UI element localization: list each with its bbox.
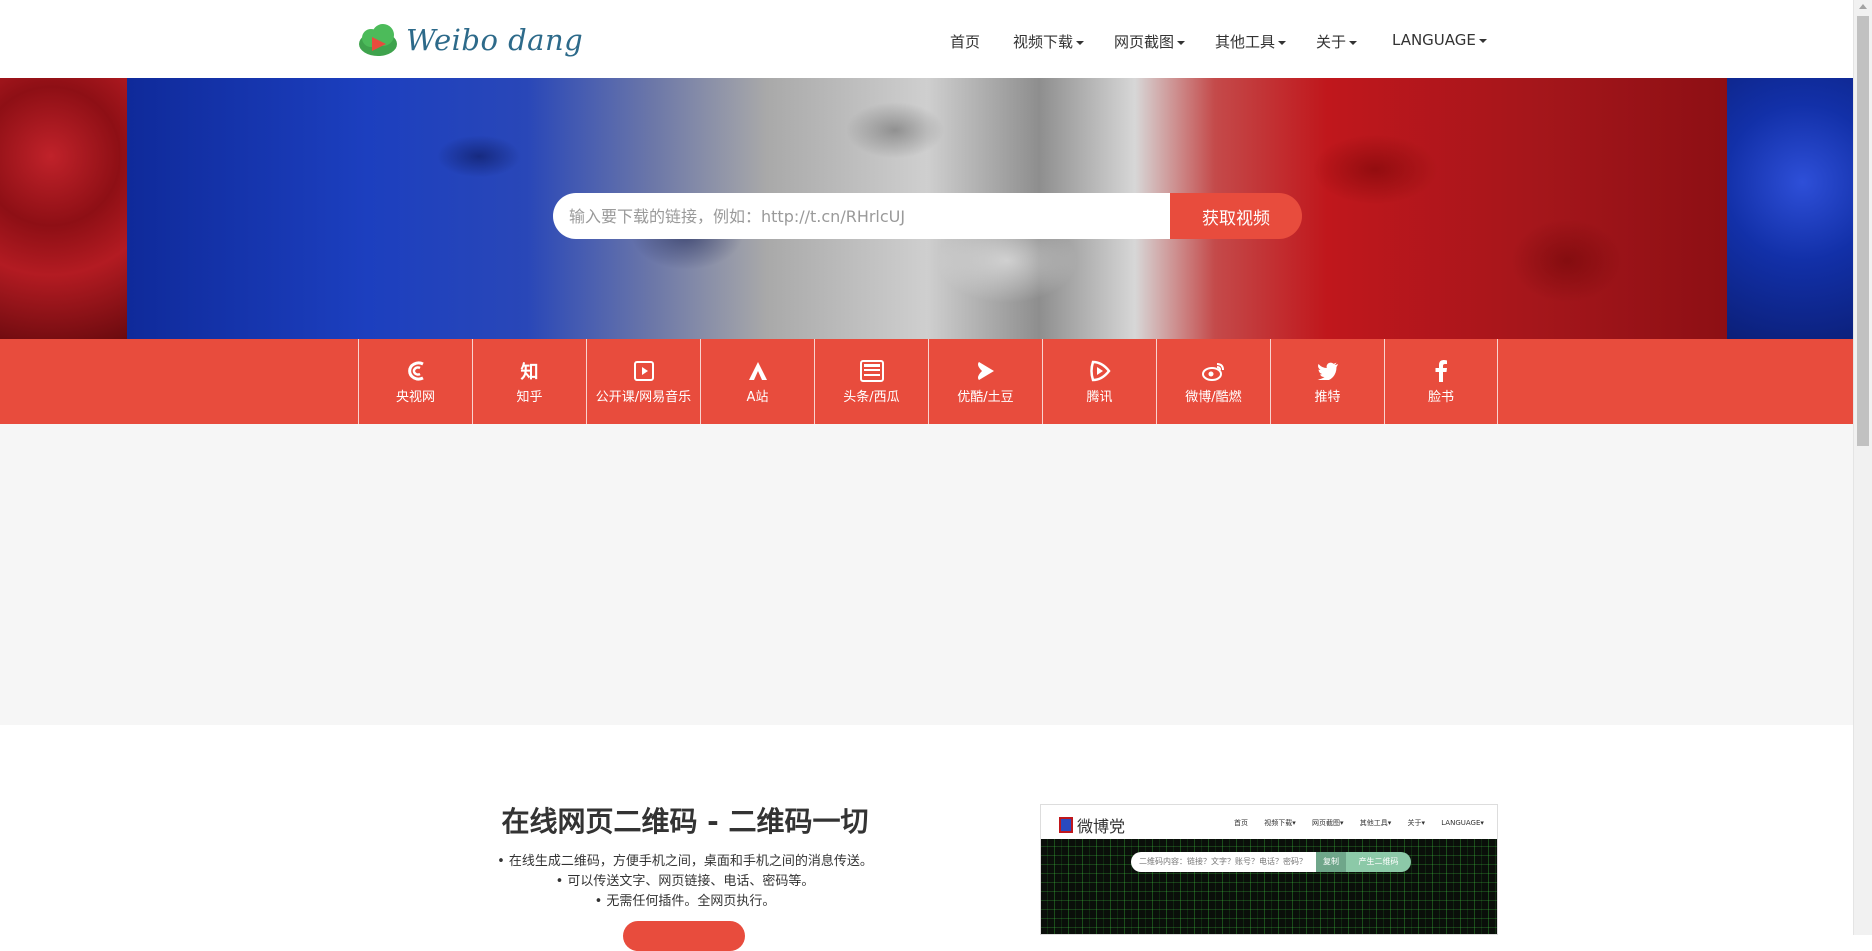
platform-facebook[interactable]: 脸书 bbox=[1384, 339, 1498, 424]
preview-nav-item: 网页截图▾ bbox=[1311, 819, 1344, 827]
hero-banner: 获取视频 bbox=[0, 78, 1853, 339]
tencent-video-icon bbox=[1088, 358, 1112, 384]
nav-other-tools-label: 其他工具 bbox=[1215, 33, 1276, 51]
top-navbar: Weibo dang 首页 视频下载 网页截图 其他工具 关于 LANGUAGE bbox=[0, 0, 1853, 78]
platform-cctv[interactable]: 央视网 bbox=[358, 339, 472, 424]
platform-label: 头条/西瓜 bbox=[843, 390, 900, 405]
platform-tencent[interactable]: 腾讯 bbox=[1042, 339, 1156, 424]
caret-down-icon bbox=[1177, 40, 1186, 45]
preview-copy-button: 复制 bbox=[1316, 852, 1346, 872]
nav-video-download-label: 视频下载 bbox=[1013, 33, 1074, 51]
caret-down-icon bbox=[1076, 40, 1085, 45]
nav-other-tools[interactable]: 其他工具 bbox=[1215, 31, 1287, 52]
platform-weibo[interactable]: 微博/酷燃 bbox=[1156, 339, 1270, 424]
scrollbar-thumb[interactable] bbox=[1857, 16, 1869, 446]
zhihu-icon: 知 bbox=[520, 362, 539, 383]
nav-language[interactable]: LANGUAGE bbox=[1392, 31, 1487, 49]
preview-logo-text: 微博党 bbox=[1077, 817, 1126, 836]
qr-feature-title: 在线网页二维码 - 二维码一切 bbox=[501, 805, 869, 838]
platform-label: 知乎 bbox=[516, 390, 543, 405]
caret-down-icon bbox=[1349, 40, 1358, 45]
feature-bullet: 在线生成二维码，方便手机之间，桌面和手机之间的消息传送。 bbox=[440, 852, 930, 872]
nav-web-screenshot-label: 网页截图 bbox=[1114, 33, 1175, 51]
platform-label: 推特 bbox=[1314, 390, 1341, 405]
scroll-up-arrow-icon[interactable] bbox=[1859, 4, 1867, 9]
cloud-logo-icon bbox=[359, 24, 397, 56]
nav-video-download[interactable]: 视频下载 bbox=[1013, 31, 1085, 52]
ad-placeholder-area bbox=[0, 424, 1853, 725]
nav-home[interactable]: 首页 bbox=[950, 31, 980, 52]
platform-twitter[interactable]: 推特 bbox=[1270, 339, 1384, 424]
preview-generate-button: 产生二维码 bbox=[1346, 852, 1411, 872]
preview-qr-input: 二维码内容：链接？文字？账号？电话？密码？ bbox=[1131, 852, 1316, 872]
platform-label: 脸书 bbox=[1427, 390, 1454, 405]
get-video-button[interactable]: 获取视频 bbox=[1170, 193, 1302, 239]
platform-opencourse-music[interactable]: 公开课/网易音乐 bbox=[586, 339, 700, 424]
platform-label: 优酷/土豆 bbox=[957, 390, 1014, 405]
toutiao-icon bbox=[859, 358, 884, 384]
preview-nav-item: 其他工具▾ bbox=[1359, 819, 1392, 827]
preview-nav-item: 首页 bbox=[1234, 819, 1248, 827]
nav-language-label: LANGUAGE bbox=[1392, 31, 1476, 49]
twitter-icon bbox=[1317, 358, 1339, 384]
caret-down-icon bbox=[1478, 38, 1487, 43]
platform-label: A站 bbox=[746, 390, 769, 405]
acfun-icon bbox=[747, 358, 769, 384]
video-url-input[interactable] bbox=[553, 193, 1170, 239]
cctv-icon bbox=[405, 358, 427, 384]
site-logo-text: Weibo dang bbox=[406, 23, 584, 57]
platform-bar: 央视网 知 知乎 公开课/网易音乐 A站 头条/西瓜 优酷/土豆 腾讯 微博/酷… bbox=[0, 339, 1853, 424]
caret-down-icon bbox=[1278, 40, 1287, 45]
feature-bullet: 无需任何插件。全网页执行。 bbox=[440, 892, 930, 912]
nav-about[interactable]: 关于 bbox=[1316, 31, 1358, 52]
flag-logo-icon bbox=[1059, 817, 1073, 833]
site-logo[interactable]: Weibo dang bbox=[356, 20, 583, 60]
preview-nav-item: LANGUAGE▾ bbox=[1441, 819, 1484, 827]
platform-zhihu[interactable]: 知 知乎 bbox=[472, 339, 586, 424]
nav-about-label: 关于 bbox=[1316, 33, 1347, 51]
feature-bullet: 可以传送文字、网页链接、电话、密码等。 bbox=[440, 872, 930, 892]
hero-background-left bbox=[0, 78, 127, 339]
platform-label: 微博/酷燃 bbox=[1185, 390, 1242, 405]
page-scrollbar[interactable] bbox=[1853, 0, 1872, 935]
qr-tool-preview-image: 微博党 首页 视频下载▾ 网页截图▾ 其他工具▾ 关于▾ LANGUAGE▾ 二… bbox=[1040, 804, 1498, 935]
hero-background-right bbox=[1727, 78, 1853, 339]
platform-acfun[interactable]: A站 bbox=[700, 339, 814, 424]
play-square-icon bbox=[633, 358, 655, 384]
preview-nav-item: 关于▾ bbox=[1407, 819, 1425, 827]
platform-label: 腾讯 bbox=[1086, 390, 1113, 405]
youku-icon bbox=[975, 358, 997, 384]
facebook-icon bbox=[1434, 358, 1448, 384]
preview-logo: 微博党 bbox=[1059, 813, 1125, 837]
nav-home-label: 首页 bbox=[950, 33, 981, 51]
qr-feature-button[interactable] bbox=[623, 921, 745, 951]
platform-toutiao[interactable]: 头条/西瓜 bbox=[814, 339, 928, 424]
preview-nav-items: 首页 视频下载▾ 网页截图▾ 其他工具▾ 关于▾ LANGUAGE▾ bbox=[1234, 818, 1497, 828]
qr-feature-list: 在线生成二维码，方便手机之间，桌面和手机之间的消息传送。 可以传送文字、网页链接… bbox=[440, 852, 930, 912]
platform-label: 央视网 bbox=[395, 390, 435, 405]
platform-label: 公开课/网易音乐 bbox=[595, 390, 692, 405]
weibo-icon bbox=[1201, 358, 1226, 384]
nav-web-screenshot[interactable]: 网页截图 bbox=[1114, 31, 1186, 52]
platform-youku[interactable]: 优酷/土豆 bbox=[928, 339, 1042, 424]
preview-nav-item: 视频下载▾ bbox=[1264, 819, 1296, 827]
preview-navbar: 微博党 首页 视频下载▾ 网页截图▾ 其他工具▾ 关于▾ LANGUAGE▾ bbox=[1041, 805, 1497, 839]
